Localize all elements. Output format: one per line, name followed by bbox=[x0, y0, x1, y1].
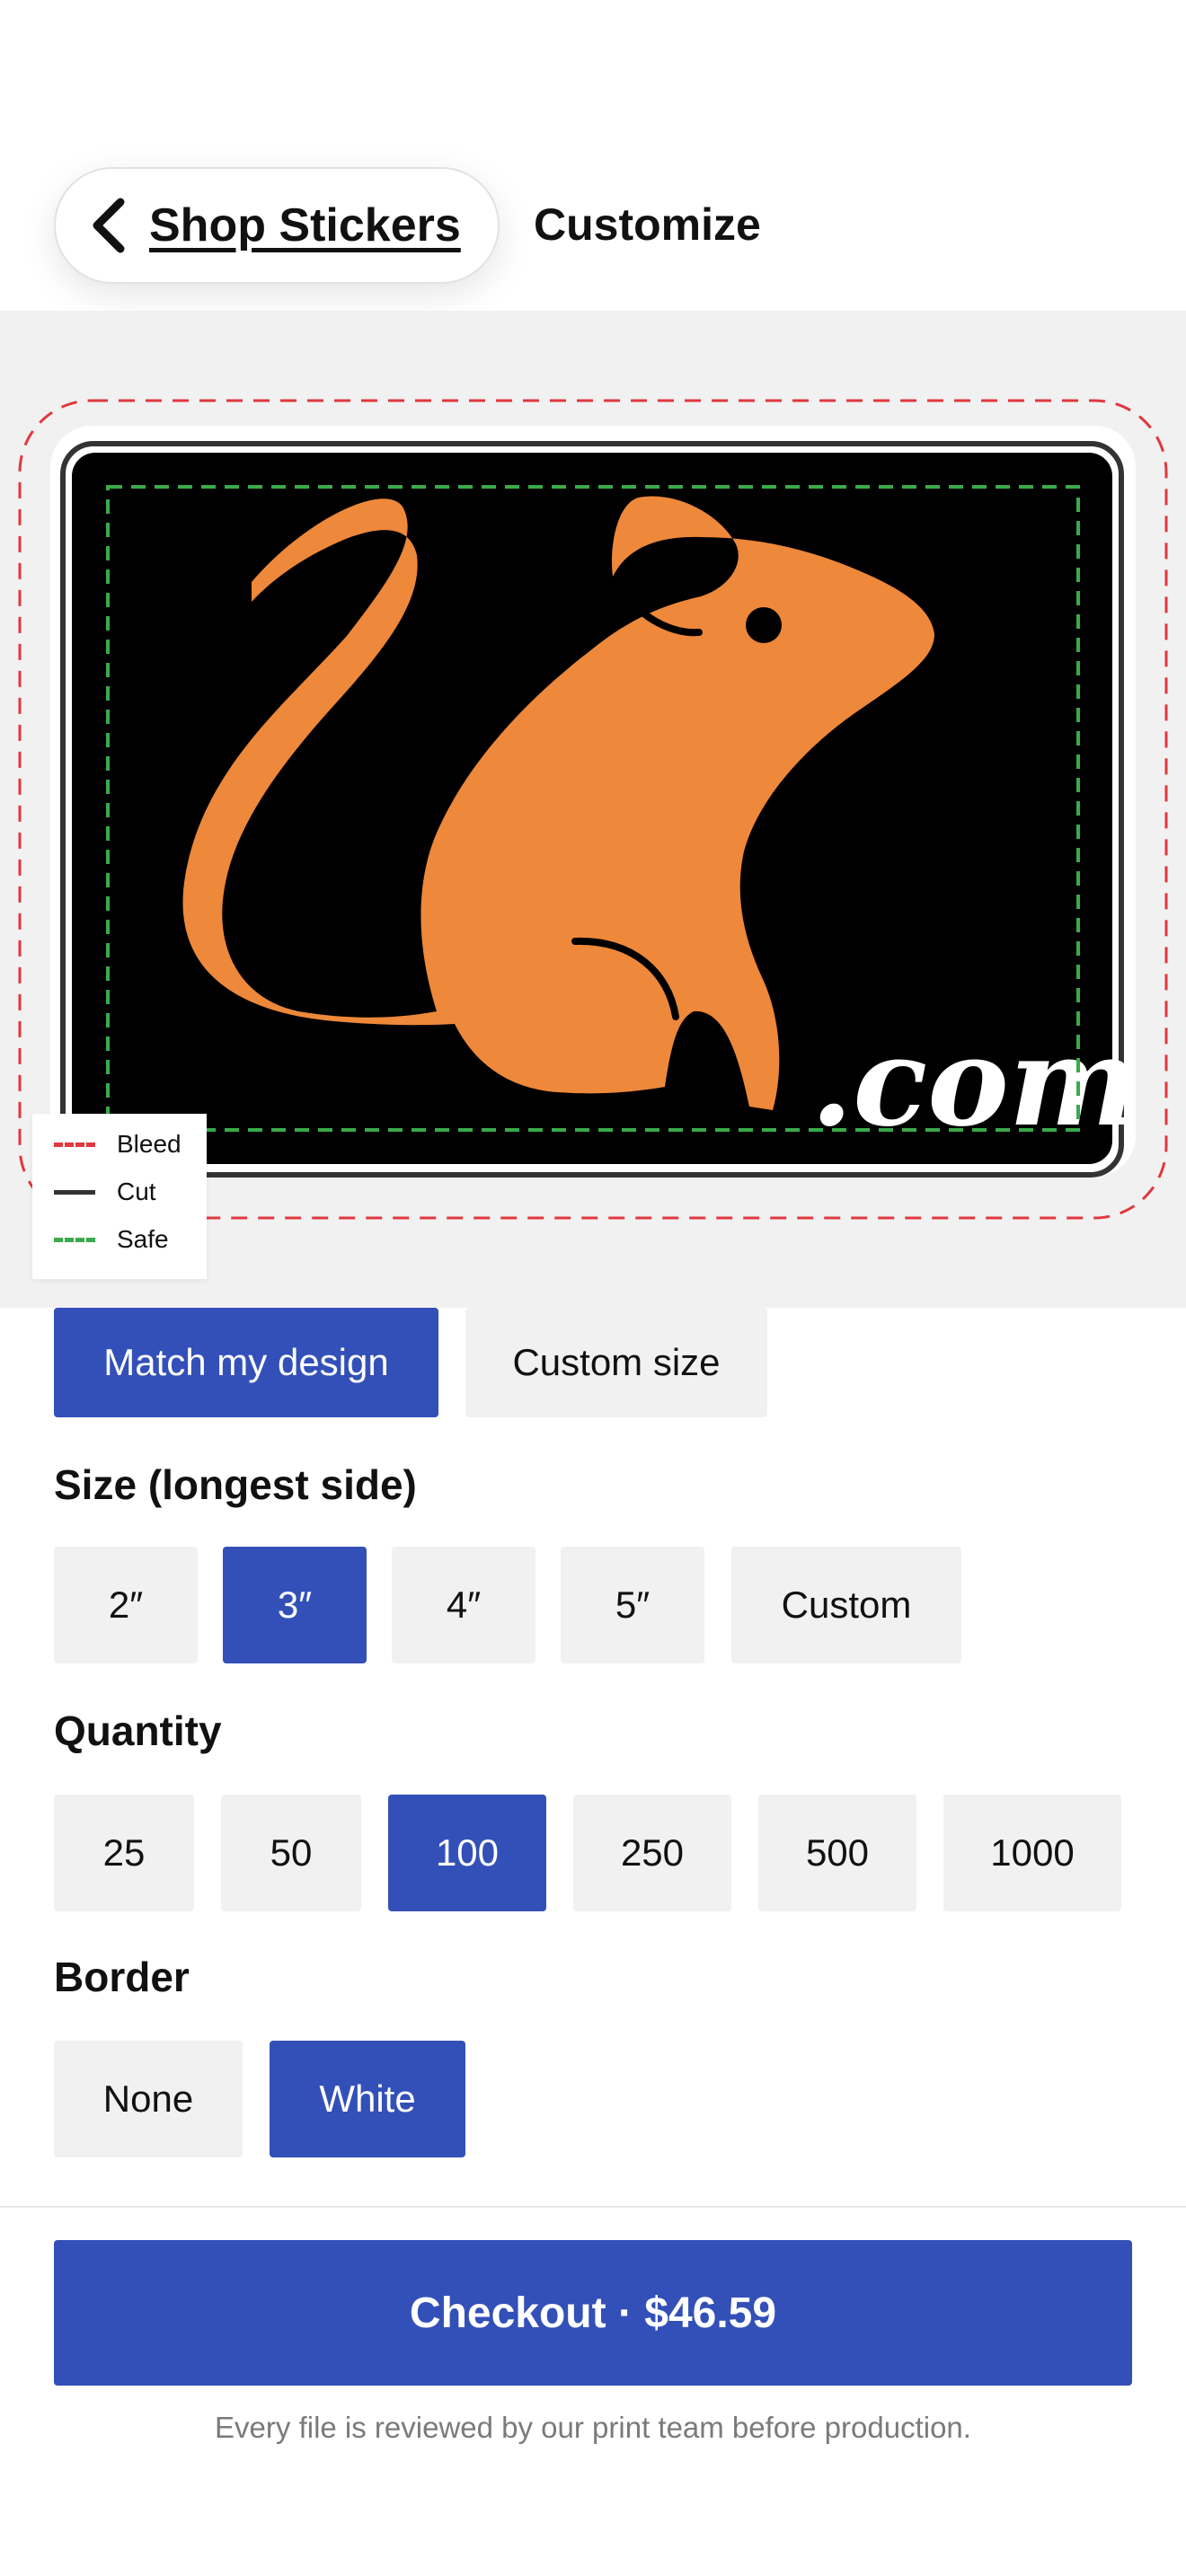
quantity-option-1000[interactable]: 1000 bbox=[943, 1795, 1121, 1911]
size-option-5[interactable]: 5″ bbox=[561, 1547, 704, 1663]
bleed-swatch bbox=[54, 1142, 95, 1147]
legend-safe: Safe bbox=[54, 1225, 169, 1254]
size-option-2[interactable]: 2″ bbox=[54, 1547, 198, 1663]
back-to-shop-button[interactable]: Shop Stickers bbox=[54, 167, 500, 284]
quantity-option-250[interactable]: 250 bbox=[573, 1795, 731, 1911]
border-option-white[interactable]: White bbox=[270, 2041, 465, 2157]
border-option-none[interactable]: None bbox=[54, 2041, 243, 2157]
domain-text: .com bbox=[810, 1010, 1138, 1154]
checkout-button[interactable]: Checkout · $46.59 bbox=[54, 2240, 1132, 2386]
custom-size-button[interactable]: Custom size bbox=[465, 1308, 767, 1417]
match-design-button[interactable]: Match my design bbox=[54, 1308, 438, 1417]
border-section-label: Border bbox=[54, 1954, 190, 2000]
legend-safe-label: Safe bbox=[117, 1225, 169, 1253]
chevron-left-icon bbox=[93, 198, 125, 253]
cut-swatch bbox=[54, 1189, 95, 1195]
legend-cut-label: Cut bbox=[117, 1178, 156, 1205]
quantity-option-100[interactable]: 100 bbox=[388, 1795, 546, 1911]
page-title: Customize bbox=[534, 199, 761, 250]
size-section-label: Size (longest side) bbox=[54, 1461, 417, 1508]
size-option-custom[interactable]: Custom bbox=[731, 1547, 961, 1663]
footer-divider bbox=[0, 2206, 1186, 2208]
review-note: Every file is reviewed by our print team… bbox=[215, 2411, 971, 2444]
size-option-3[interactable]: 3″ bbox=[223, 1547, 367, 1663]
quantity-section-label: Quantity bbox=[54, 1707, 222, 1754]
legend-cut: Cut bbox=[54, 1178, 156, 1206]
safe-swatch bbox=[54, 1237, 95, 1242]
quantity-option-500[interactable]: 500 bbox=[758, 1795, 916, 1911]
quantity-option-50[interactable]: 50 bbox=[221, 1795, 361, 1911]
size-option-4[interactable]: 4″ bbox=[392, 1547, 535, 1663]
legend-bleed-label: Bleed bbox=[117, 1130, 181, 1158]
legend-bleed: Bleed bbox=[54, 1130, 181, 1159]
preview-legend: Bleed Cut Safe bbox=[32, 1114, 207, 1279]
quantity-option-25[interactable]: 25 bbox=[54, 1795, 194, 1911]
back-button-label: Shop Stickers bbox=[149, 199, 461, 251]
